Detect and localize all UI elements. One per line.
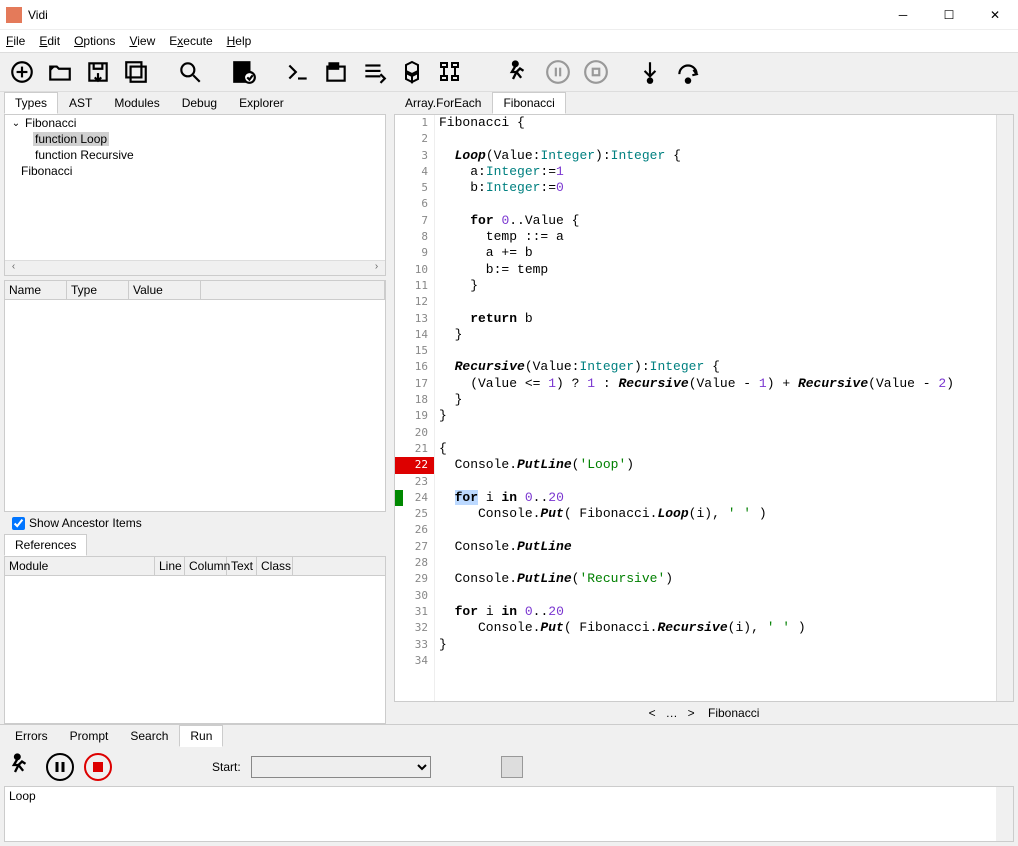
window-title: Vidi [28, 8, 880, 22]
close-button[interactable]: ✕ [972, 0, 1018, 30]
saveall-button[interactable] [120, 56, 152, 88]
minimize-button[interactable]: ─ [880, 0, 926, 30]
tab-prompt[interactable]: Prompt [59, 725, 120, 747]
menu-view[interactable]: View [129, 34, 155, 48]
start-label: Start: [212, 760, 241, 774]
search-button[interactable] [174, 56, 206, 88]
tab-debug[interactable]: Debug [171, 92, 228, 114]
tab-explorer[interactable]: Explorer [228, 92, 295, 114]
start-select[interactable] [251, 756, 431, 778]
menu-options[interactable]: Options [74, 34, 115, 48]
left-tabs: Types AST Modules Debug Explorer [4, 92, 386, 114]
terminal-button[interactable] [282, 56, 314, 88]
type-tree[interactable]: ⌄Fibonacci function Loop function Recurs… [5, 115, 385, 260]
app-logo [6, 7, 22, 23]
props-grid-header: Name Type Value [5, 281, 385, 300]
refs-grid[interactable] [5, 576, 385, 724]
menu-execute[interactable]: Execute [169, 34, 212, 48]
menubar: File Edit Options View Execute Help [0, 30, 1018, 52]
output-scrollbar[interactable] [996, 787, 1013, 841]
menu-help[interactable]: Help [227, 34, 252, 48]
modules-button[interactable] [396, 56, 428, 88]
editor-scrollbar[interactable] [996, 115, 1013, 701]
tab-arrayforeach[interactable]: Array.ForEach [394, 92, 492, 114]
tab-ast[interactable]: AST [58, 92, 103, 114]
code-editor[interactable]: Fibonacci { Loop(Value:Integer):Integer … [435, 115, 996, 701]
maximize-button[interactable]: ☐ [926, 0, 972, 30]
refs-grid-header: Module Line Column Text Class [5, 557, 385, 576]
tab-run[interactable]: Run [179, 725, 223, 747]
tab-references[interactable]: References [4, 534, 87, 556]
stepinto-button[interactable] [634, 56, 666, 88]
save-button[interactable] [82, 56, 114, 88]
run-stop-button[interactable] [84, 753, 112, 781]
list-button[interactable] [358, 56, 390, 88]
run-exec-button[interactable] [8, 751, 36, 782]
run-pause-button[interactable] [46, 753, 74, 781]
stepover-button[interactable] [672, 56, 704, 88]
run-output[interactable]: Loop [4, 786, 1014, 842]
menu-file[interactable]: File [6, 34, 25, 48]
tree-item-recursive[interactable]: function Recursive [33, 148, 136, 162]
line-gutter[interactable]: 1234567891011121314151617181920212223242… [395, 115, 435, 701]
toolbar [0, 52, 1018, 92]
new-button[interactable] [6, 56, 38, 88]
editor-tabs: Array.ForEach Fibonacci [394, 92, 1014, 114]
tree-button[interactable] [434, 56, 466, 88]
tab-search[interactable]: Search [119, 725, 179, 747]
tab-types[interactable]: Types [4, 92, 58, 114]
tab-errors[interactable]: Errors [4, 725, 59, 747]
tab-fibonacci[interactable]: Fibonacci [492, 92, 565, 114]
tab-modules[interactable]: Modules [103, 92, 170, 114]
pause-button [542, 56, 574, 88]
show-ancestor-checkbox[interactable] [12, 517, 25, 530]
menu-edit[interactable]: Edit [39, 34, 60, 48]
checklist-button[interactable] [228, 56, 260, 88]
tree-scrollbar[interactable]: ‹› [5, 260, 385, 276]
run-extra-button[interactable] [501, 756, 523, 778]
stop-button [580, 56, 612, 88]
breadcrumb[interactable]: < … > Fibonacci [394, 702, 1014, 724]
tree-item-loop[interactable]: function Loop [33, 132, 109, 146]
run-button[interactable] [504, 56, 536, 88]
open-button[interactable] [44, 56, 76, 88]
box-button[interactable] [320, 56, 352, 88]
